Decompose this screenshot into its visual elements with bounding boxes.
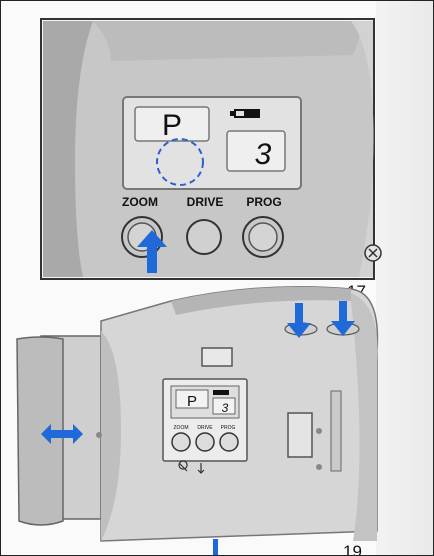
manual-page: P 3 ZOOM DRIVE PROG P 3 ZOOM DRIVE PROG … [0,0,434,556]
side-grip [330,390,342,472]
zoom-label: ZOOM [122,195,158,209]
drive-button [186,219,222,255]
flash-window [201,347,233,367]
prog-label: PROG [246,195,281,209]
bottom-arrow-icon [213,539,218,555]
small-battery-icon [213,390,229,395]
mode-letter: P [162,109,182,142]
camera-shoulder [93,21,361,61]
bottom-illustration: P 3 ZOOM DRIVE PROG [16,285,379,555]
small-zoom-label: ZOOM [174,425,189,431]
small-frame-count: 3 [222,401,229,415]
small-prog-button [219,432,239,452]
page-number-19: 19 [343,542,362,556]
top-illustration: P 3 ZOOM DRIVE PROG [40,18,382,280]
frame-count: 3 [255,138,272,171]
battery-icon [230,109,260,118]
small-mode-letter: P [187,393,197,410]
small-drive-label: DRIVE [197,425,213,431]
small-prog-label: PROG [221,425,236,431]
drive-label: DRIVE [187,195,224,209]
small-drive-button [195,432,215,452]
manual-illustrations: P 3 ZOOM DRIVE PROG P 3 ZOOM DRIVE PROG … [16,18,382,556]
small-zoom-button [171,432,191,452]
viewfinder-window [287,412,313,458]
